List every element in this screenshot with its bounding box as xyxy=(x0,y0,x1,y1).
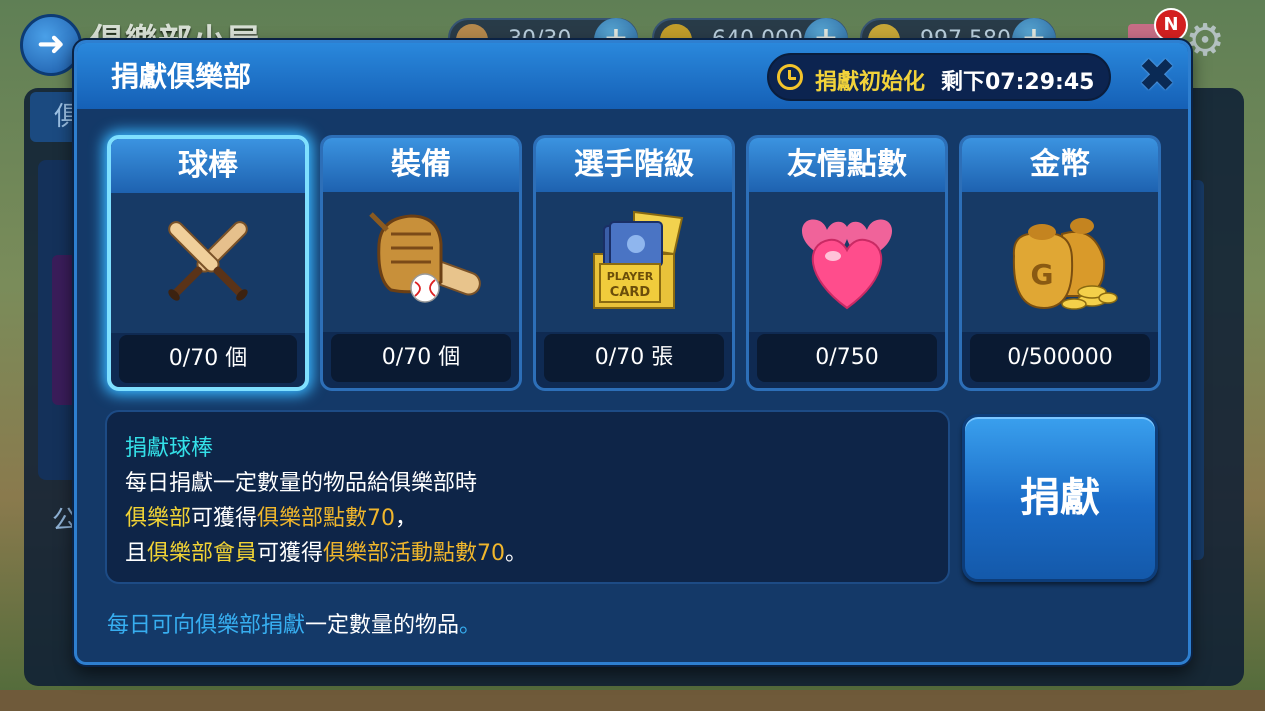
item-card-count: 0/70 個 xyxy=(119,335,297,383)
item-card-body xyxy=(111,193,305,333)
item-card-equipment[interactable]: 裝備 0/70 個 xyxy=(320,135,522,391)
item-card-player-grade[interactable]: 選手階級 PLAYER CARD 0/70 張 xyxy=(533,135,735,391)
footer-highlight: 每日可向俱樂部捐獻 xyxy=(107,613,306,638)
gold-coin-bags-icon: G xyxy=(1012,218,1118,310)
text-and: 且 xyxy=(125,541,148,566)
item-card-label: 球棒 xyxy=(111,139,305,193)
clock-icon xyxy=(777,64,803,90)
text-club: 俱樂部 xyxy=(125,506,192,531)
background-ground xyxy=(0,690,1265,711)
svg-text:CARD: CARD xyxy=(610,285,651,300)
item-card-body: G xyxy=(962,192,1158,332)
text-club-activity-points: 俱樂部活動點數70 xyxy=(323,541,506,566)
description-title: 捐獻球棒 xyxy=(125,436,214,461)
baseball-bats-icon xyxy=(168,221,248,301)
donate-button[interactable]: 捐獻 xyxy=(962,414,1158,582)
item-card-label: 友情點數 xyxy=(749,138,945,192)
item-card-body: PLAYER CARD xyxy=(536,192,732,332)
description-line-1: 每日捐獻一定數量的物品給俱樂部時 xyxy=(125,471,478,496)
glove-bat-icon xyxy=(369,212,481,303)
text-can-get: 可獲得 xyxy=(257,541,324,566)
donation-description: 捐獻球棒 每日捐獻一定數量的物品給俱樂部時 俱樂部可獲得俱樂部點數70， 且俱樂… xyxy=(105,410,950,584)
item-card-count: 0/500000 xyxy=(970,334,1150,382)
text-can-get: 可獲得 xyxy=(191,506,258,531)
footer-period: 。 xyxy=(459,613,482,638)
item-card-count: 0/750 xyxy=(757,334,937,382)
dialog-header: 捐獻俱樂部 捐獻初始化 剩下07:29:45 ✖ xyxy=(77,43,1188,109)
dialog-title: 捐獻俱樂部 xyxy=(111,60,252,93)
text-comma: ， xyxy=(395,506,418,531)
close-button[interactable]: ✖ xyxy=(1135,52,1179,98)
donate-dialog: 捐獻俱樂部 捐獻初始化 剩下07:29:45 ✖ 球棒 0/70 個 裝備 0/… xyxy=(74,40,1191,665)
item-card-label: 裝備 xyxy=(323,138,519,192)
timer-value: 剩下07:29:45 xyxy=(941,70,1095,95)
description-line-3: 且俱樂部會員可獲得俱樂部活動點數70。 xyxy=(125,535,527,567)
footer-text: 一定數量的物品 xyxy=(305,613,460,638)
text-period: 。 xyxy=(505,541,528,566)
svg-text:G: G xyxy=(1031,258,1054,291)
item-card-gold[interactable]: 金幣 G 0/500000 xyxy=(959,135,1161,391)
back-button[interactable]: ➜ xyxy=(20,14,82,76)
footer-note: 每日可向俱樂部捐獻一定數量的物品。 xyxy=(107,607,481,639)
reset-timer: 捐獻初始化 剩下07:29:45 xyxy=(767,53,1111,101)
item-card-label: 金幣 xyxy=(962,138,1158,192)
item-card-label: 選手階級 xyxy=(536,138,732,192)
hearts-icon xyxy=(801,219,893,310)
item-card-body xyxy=(749,192,945,332)
svg-text:PLAYER: PLAYER xyxy=(607,270,654,283)
item-card-bat[interactable]: 球棒 0/70 個 xyxy=(107,135,309,391)
item-card-count: 0/70 個 xyxy=(331,334,511,382)
item-card-friendship-points[interactable]: 友情點數 0/750 xyxy=(746,135,948,391)
text-club-points: 俱樂部點數70 xyxy=(257,506,396,531)
timer-label: 捐獻初始化 xyxy=(815,70,926,95)
player-card-box-icon: PLAYER CARD xyxy=(593,210,684,309)
item-card-count: 0/70 張 xyxy=(544,334,724,382)
description-line-2: 俱樂部可獲得俱樂部點數70， xyxy=(125,500,417,532)
text-club-member: 俱樂部會員 xyxy=(147,541,258,566)
item-card-body xyxy=(323,192,519,332)
